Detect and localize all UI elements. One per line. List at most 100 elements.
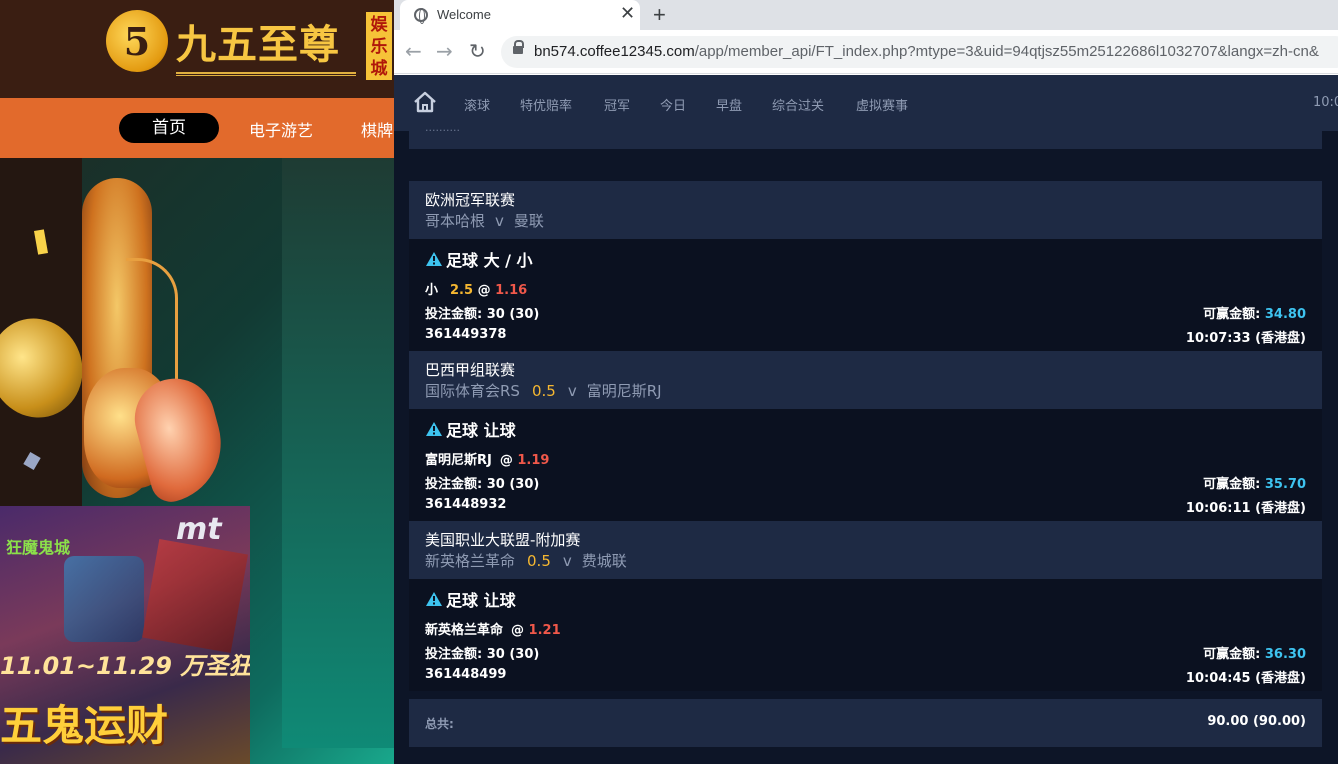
url-text[interactable]: bn574.coffee12345.com/app/member_api/FT_… (534, 43, 1319, 60)
banner-wall (282, 158, 394, 748)
match-line: 哥本哈根 v 曼联 (425, 210, 1306, 232)
total-label: 总共: (425, 717, 454, 731)
back-arrow-icon[interactable]: ← (405, 39, 422, 63)
stake: 投注金额: 30 (30) (425, 303, 539, 322)
odds: 1.19 (517, 453, 550, 468)
home-team: 新英格兰革命 (425, 552, 516, 570)
bet-type-label: 足球 让球 (446, 421, 516, 440)
bet-type: 足球 大 / 小 (425, 247, 533, 271)
promo-card-image (142, 538, 248, 654)
lock-icon[interactable] (513, 40, 524, 54)
home-team: 哥本哈根 (425, 212, 486, 230)
home-icon[interactable] (413, 91, 437, 113)
nav-today[interactable]: 今日 (660, 95, 686, 114)
league-header: 欧洲冠军联赛 哥本哈根 v 曼联 (409, 181, 1322, 239)
bet-type-label: 足球 大 / 小 (446, 251, 533, 270)
match-line: 新英格兰革命 0.5 v 费城联 (425, 550, 1306, 572)
bet-card: 巴西甲组联赛 国际体育会RS 0.5 v 富明尼斯RJ 足球 让球 富明尼斯RJ @ 1… (409, 351, 1322, 521)
stake-label: 投注金额: (425, 307, 483, 322)
win-label: 可赢金额: (1203, 307, 1261, 322)
bet-time: 10:07:33 (香港盘) (1185, 331, 1306, 346)
promo-city: 狂魔鬼城 (6, 538, 71, 557)
pick: 小 (425, 283, 439, 298)
nav-best-odds[interactable]: 特优赔率 (520, 95, 572, 114)
reload-icon[interactable]: ↻ (469, 39, 486, 63)
stake-label: 投注金额: (425, 477, 483, 492)
stake-value: 30 (30) (486, 647, 540, 662)
at-sign: @ (477, 283, 491, 298)
league-name: 巴西甲组联赛 (425, 361, 516, 379)
bet-time: 10:04:45 (香港盘) (1185, 671, 1306, 686)
browser-window: Welcome ✕ + ← → ↻ bn574.coffee12345.com/… (394, 0, 1338, 764)
betting-app: 滚球 特优赔率 冠军 今日 早盘 综合过关 虚拟赛事 10:0 ........… (394, 75, 1338, 764)
match-line: 国际体育会RS 0.5 v 富明尼斯RJ (425, 380, 1306, 402)
away-team: 费城联 (581, 552, 627, 570)
bets-total: 总共: 90.00 (90.00) (409, 699, 1322, 747)
app-nav-bar: 滚球 特优赔率 冠军 今日 早盘 综合过关 虚拟赛事 10:0 (394, 75, 1338, 131)
bet-selection: 小 2.5 @ 1.16 (425, 279, 527, 298)
potential-win: 可赢金额: 35.70 (1203, 473, 1306, 492)
league-name: 欧洲冠军联赛 (425, 191, 516, 209)
league-name: 美国职业大联盟-附加赛 (425, 531, 581, 549)
forward-arrow-icon[interactable]: → (436, 39, 453, 63)
casino-nav-cards[interactable]: 棋牌 (361, 117, 393, 141)
bet-selection: 新英格兰革命 @ 1.21 (425, 619, 561, 638)
stake-value: 30 (30) (486, 477, 540, 492)
pick: 富明尼斯RJ (425, 453, 492, 468)
bet-time: 10:06:11 (香港盘) (1185, 501, 1306, 516)
close-icon[interactable]: ✕ (620, 3, 635, 24)
bet-details: 足球 让球 富明尼斯RJ @ 1.19 投注金额: 30 (30) 可赢金额: 3… (409, 409, 1322, 521)
logo-ornament (176, 72, 356, 76)
stake: 投注金额: 30 (30) (425, 473, 539, 492)
bet-card: 美国职业大联盟-附加赛 新英格兰革命 0.5 v 费城联 足球 让球 新英格兰革命 @ … (409, 521, 1322, 691)
address-bar[interactable]: bn574.coffee12345.com/app/member_api/FT_… (501, 36, 1338, 68)
at-sign: @ (499, 453, 513, 468)
logo-mark-icon: 5 (106, 10, 168, 72)
win-label: 可赢金额: (1203, 647, 1261, 662)
nav-virtual[interactable]: 虚拟赛事 (856, 95, 908, 114)
promo-title: 五鬼运财 (0, 701, 169, 750)
ticket-id: 361448499 (425, 667, 507, 682)
win-label: 可赢金额: (1203, 477, 1261, 492)
odds: 1.21 (528, 623, 561, 638)
bet-details: 足球 大 / 小 小 2.5 @ 1.16 投注金额: 30 (30) 可赢金额:… (409, 239, 1322, 351)
logo-text: 九五至尊 (176, 21, 340, 68)
bet-type: 足球 让球 (425, 417, 516, 441)
versus: v (567, 382, 577, 400)
url-path: /app/member_api/FT_index.php?mtype=3&uid… (694, 43, 1319, 60)
plus-icon[interactable]: + (653, 2, 666, 28)
league-header: 巴西甲组联赛 国际体育会RS 0.5 v 富明尼斯RJ (409, 351, 1322, 409)
screen: 5 九五至尊 娱乐城 首页 电子游艺 棋牌 mt 狂魔鬼城 11.01~11.2… (0, 0, 1338, 764)
home-team: 国际体育会RS (425, 382, 520, 400)
promo-brand: mt (176, 512, 222, 547)
bet-type: 足球 让球 (425, 587, 516, 611)
ticket-id: 361448932 (425, 497, 507, 512)
away-team: 曼联 (513, 212, 544, 230)
odds: 1.16 (495, 283, 528, 298)
potential-win: 可赢金额: 36.30 (1203, 643, 1306, 662)
logo-badge: 娱乐城 (366, 12, 392, 80)
bet-selection: 富明尼斯RJ @ 1.19 (425, 449, 549, 468)
away-team: 富明尼斯RJ (586, 382, 662, 400)
total-value: 90.00 (90.00) (1207, 714, 1306, 729)
versus: v (495, 212, 504, 230)
browser-tab[interactable]: Welcome ✕ (400, 0, 640, 30)
warning-icon (426, 252, 442, 266)
bet-card: 欧洲冠军联赛 哥本哈根 v 曼联 足球 大 / 小 小 2.5 @ 1.16 投注金额… (409, 181, 1322, 351)
casino-nav-slots[interactable]: 电子游艺 (249, 117, 313, 141)
casino-logo[interactable]: 5 九五至尊 (106, 10, 340, 72)
nav-outrights[interactable]: 冠军 (604, 95, 630, 114)
bet-details: 足球 让球 新英格兰革命 @ 1.21 投注金额: 30 (30) 可赢金额: 3… (409, 579, 1322, 691)
promo-date: 11.01~11.29 万圣狂欢 (0, 652, 250, 680)
nav-inplay[interactable]: 滚球 (464, 95, 490, 114)
nav-parlay[interactable]: 综合过关 (772, 95, 824, 114)
warning-icon (426, 592, 442, 606)
nav-early[interactable]: 早盘 (716, 95, 742, 114)
casino-nav-home[interactable]: 首页 (119, 113, 219, 143)
background-casino-page: 5 九五至尊 娱乐城 首页 电子游艺 棋牌 mt 狂魔鬼城 11.01~11.2… (0, 0, 394, 764)
potential-win: 可赢金额: 34.80 (1203, 303, 1306, 322)
versus: v (562, 552, 572, 570)
tab-strip: Welcome ✕ + (394, 0, 1338, 30)
promo-ad[interactable]: mt 狂魔鬼城 11.01~11.29 万圣狂欢 五鬼运财 (0, 506, 250, 764)
browser-toolbar: ← → ↻ bn574.coffee12345.com/app/member_a… (394, 30, 1338, 74)
